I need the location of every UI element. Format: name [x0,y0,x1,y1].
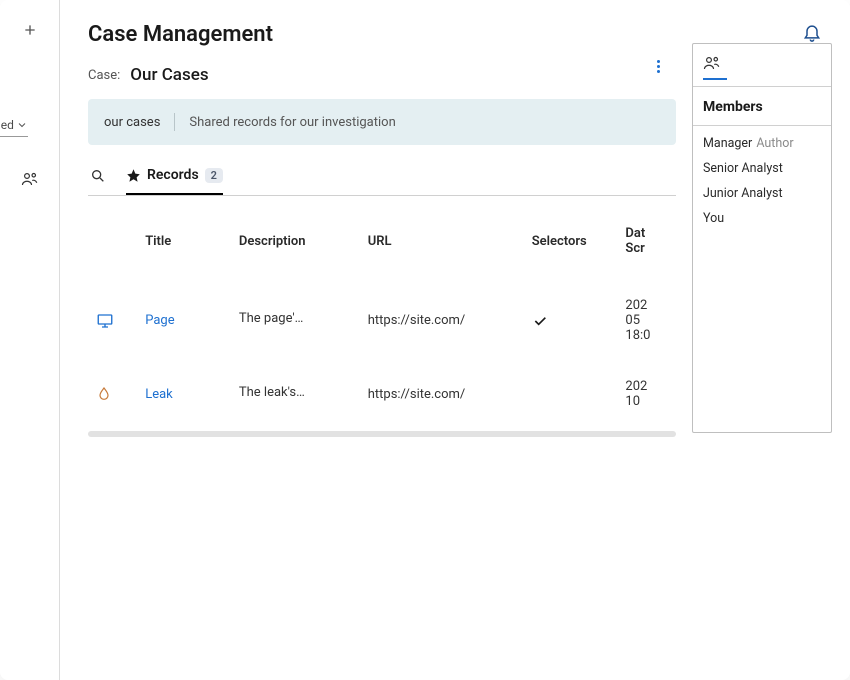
record-title-link[interactable]: Page [145,313,174,328]
member-row[interactable]: Manager Author [703,136,821,151]
tab-records[interactable]: Records 2 [126,161,223,195]
members-tab-indicator [703,78,727,80]
col-selectors[interactable]: Selectors [524,216,618,280]
banner-title: our cases [104,115,160,130]
search-icon [90,168,106,184]
record-title-link[interactable]: Leak [145,387,173,402]
banner-separator [174,113,175,131]
search-button[interactable] [88,162,108,194]
table-row[interactable]: Page The page'… https://site.com/ 202 05… [88,280,676,361]
member-role: Author [756,136,793,151]
star-icon [126,168,141,183]
table-header-row: Title Description URL Selectors Dat Scr [88,216,676,280]
members-panel: Members Manager Author Senior Analyst Ju… [692,43,832,433]
member-name: Junior Analyst [703,186,783,201]
tabs-row: Records 2 [88,161,676,196]
monitor-icon [96,312,114,330]
member-row[interactable]: You [703,211,821,226]
page-title: Case Management [88,22,273,47]
sidebar-collapsed-text: ded [0,118,14,132]
tab-records-count: 2 [205,168,223,183]
chevron-down-icon [16,119,28,131]
content-row: Case: Our Cases our cases Shared records… [88,47,850,437]
col-date[interactable]: Dat Scr [617,216,676,280]
record-date: 202 10 [617,361,676,427]
banner-description: Shared records for our investigation [189,115,395,130]
table-row[interactable]: Leak The leak's… https://site.com/ 202 1… [88,361,676,427]
member-name: Manager [703,136,752,151]
members-icon [703,54,721,72]
record-url: https://site.com/ [360,280,524,361]
case-label: Case: [88,68,120,83]
left-column: Case: Our Cases our cases Shared records… [88,47,676,437]
case-menu-button[interactable] [653,56,664,77]
col-title[interactable]: Title [137,216,231,280]
notifications-button[interactable] [802,22,822,42]
check-icon [532,313,548,329]
sidebar-members-icon[interactable] [21,170,39,188]
case-header: Case: Our Cases [88,47,676,85]
horizontal-scrollbar[interactable] [88,431,676,437]
members-title: Members [693,87,831,126]
col-url[interactable]: URL [360,216,524,280]
records-table-wrap: Title Description URL Selectors Dat Scr [88,216,676,437]
case-name: Our Cases [130,65,208,85]
main-content: Case Management Case: Our Cases our cas [60,0,850,680]
member-row[interactable]: Senior Analyst [703,161,821,176]
record-description: The leak's… [239,385,305,400]
tab-records-label: Records [147,167,199,183]
record-description: The page'… [239,311,303,326]
add-button[interactable] [22,22,38,38]
members-list: Manager Author Senior Analyst Junior Ana… [693,126,831,236]
app-window: ded Case Management Case: Our Cases [0,0,850,680]
col-description[interactable]: Description [231,216,360,280]
record-date: 202 05 18:0 [617,280,676,361]
member-name: Senior Analyst [703,161,783,176]
members-panel-tab[interactable] [693,44,831,78]
left-rail: ded [0,0,60,680]
record-url: https://site.com/ [360,361,524,427]
case-banner: our cases Shared records for our investi… [88,99,676,145]
droplet-icon [96,386,112,402]
member-name: You [703,211,724,226]
member-row[interactable]: Junior Analyst [703,186,821,201]
records-table: Title Description URL Selectors Dat Scr [88,216,676,427]
sidebar-collapsed-label[interactable]: ded [0,118,28,137]
